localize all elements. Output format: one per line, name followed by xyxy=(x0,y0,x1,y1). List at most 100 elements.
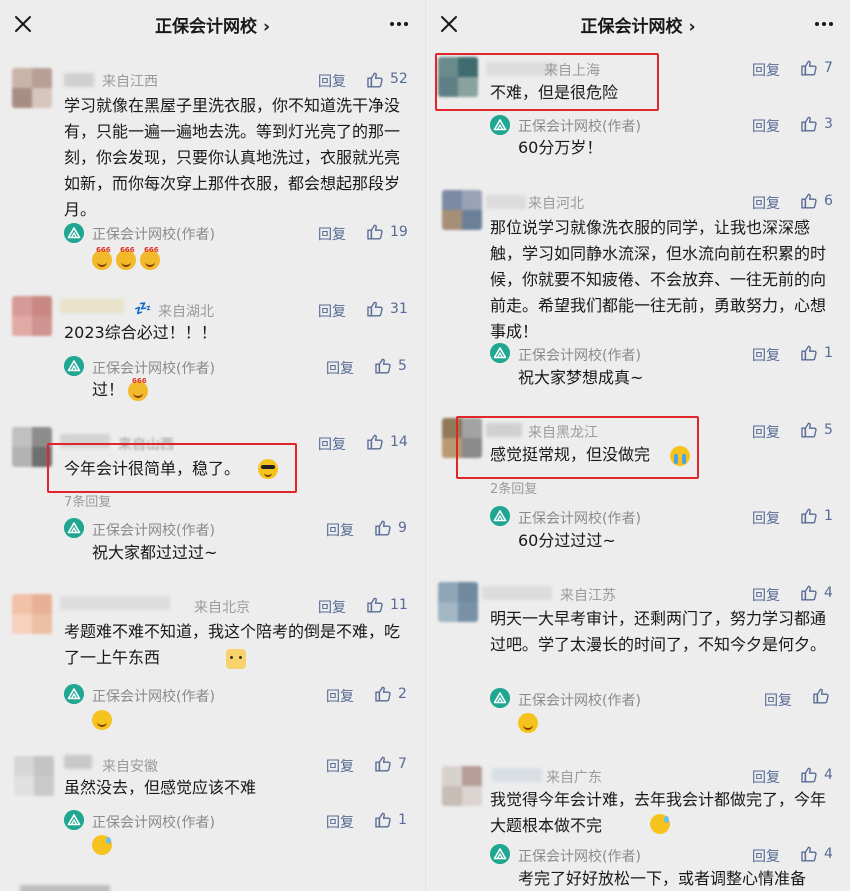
author-reply-text: 祝大家都过过过~ xyxy=(92,543,218,562)
highlight-box xyxy=(47,443,297,493)
brand-logo-icon xyxy=(64,223,84,243)
like-icon[interactable] xyxy=(800,192,818,210)
like-icon[interactable] xyxy=(800,59,818,77)
cat-emoji-icon xyxy=(226,649,246,669)
reply-button[interactable]: 回复 xyxy=(752,345,780,365)
like-count: 6 xyxy=(824,193,833,209)
reply-button[interactable]: 回复 xyxy=(326,756,354,776)
reply-button[interactable]: 回复 xyxy=(764,690,792,710)
reply-button[interactable]: 回复 xyxy=(326,812,354,832)
reply-button[interactable]: 回复 xyxy=(752,767,780,787)
page-title[interactable]: 正保会计网校 › xyxy=(426,12,850,37)
avatar[interactable] xyxy=(12,296,52,336)
sleep-icon: 💤 xyxy=(134,301,152,317)
like-count: 4 xyxy=(824,767,833,783)
right-screen: 正保会计网校 › 来自上海 回复 7 不难，但是很危险 正保会计网校(作者) 回… xyxy=(425,0,850,891)
like-icon[interactable] xyxy=(366,596,384,614)
comment-text: 学习就像在黑屋子里洗衣服，你不知道洗干净没有，只能一遍一遍地去洗。等到灯光亮了的… xyxy=(64,96,401,219)
author-name: 正保会计网校(作者) xyxy=(92,523,215,539)
sweat-emoji-icon xyxy=(650,814,670,834)
brand-logo-icon xyxy=(64,356,84,376)
avatar[interactable] xyxy=(442,766,482,806)
like-icon[interactable] xyxy=(366,71,384,89)
like-icon[interactable] xyxy=(374,519,392,537)
like-icon[interactable] xyxy=(800,845,818,863)
like-count: 4 xyxy=(824,585,833,601)
like-icon[interactable] xyxy=(800,421,818,439)
like-icon[interactable] xyxy=(366,223,384,241)
top-bar: 正保会计网校 › xyxy=(426,0,850,50)
username-blurred[interactable] xyxy=(60,596,170,610)
author-name: 正保会计网校(作者) xyxy=(518,849,641,865)
like-count: 5 xyxy=(398,358,407,374)
blush-emoji-icon xyxy=(518,713,538,733)
screens: 正保会计网校 › 来自江西 回复 52 学习就像在黑屋子里洗衣服，你不知道洗干净… xyxy=(0,0,850,891)
like-count: 11 xyxy=(390,597,408,613)
reply-button[interactable]: 回复 xyxy=(318,434,346,454)
reply-button[interactable]: 回复 xyxy=(752,846,780,866)
reply-button[interactable]: 回复 xyxy=(752,116,780,136)
username-blurred[interactable] xyxy=(64,73,94,87)
like-count: 1 xyxy=(398,812,407,828)
avatar[interactable] xyxy=(438,582,478,622)
avatar[interactable] xyxy=(14,756,54,796)
like-icon[interactable] xyxy=(800,115,818,133)
like-icon[interactable] xyxy=(374,357,392,375)
author-reply-text: 60分万岁！ xyxy=(518,138,603,157)
like-icon[interactable] xyxy=(800,344,818,362)
like-icon[interactable] xyxy=(366,300,384,318)
avatar[interactable] xyxy=(12,594,52,634)
more-replies-link[interactable]: 2条回复 xyxy=(490,478,537,497)
like-icon[interactable] xyxy=(800,507,818,525)
reply-button[interactable]: 回复 xyxy=(752,585,780,605)
author-name: 正保会计网校(作者) xyxy=(518,348,641,364)
like-icon[interactable] xyxy=(374,755,392,773)
author-name: 正保会计网校(作者) xyxy=(92,361,215,377)
like-icon[interactable] xyxy=(812,687,830,705)
username-blurred[interactable] xyxy=(64,755,92,769)
reply-button[interactable]: 回复 xyxy=(326,358,354,378)
reply-button[interactable]: 回复 xyxy=(752,193,780,213)
like-count: 1 xyxy=(824,345,833,361)
reply-button[interactable]: 回复 xyxy=(752,508,780,528)
author-name: 正保会计网校(作者) xyxy=(518,511,641,527)
brand-logo-icon xyxy=(64,684,84,704)
username-blurred[interactable] xyxy=(60,299,124,313)
location-label: 来自江苏 xyxy=(560,588,616,604)
username-blurred[interactable] xyxy=(482,586,552,600)
avatar[interactable] xyxy=(12,427,52,467)
avatar[interactable] xyxy=(12,68,52,108)
more-icon[interactable] xyxy=(812,12,836,36)
author-name: 正保会计网校(作者) xyxy=(92,815,215,831)
reply-button[interactable]: 回复 xyxy=(326,686,354,706)
page-title[interactable]: 正保会计网校 › xyxy=(0,12,425,37)
author-name: 正保会计网校(作者) xyxy=(92,227,215,243)
like-icon[interactable] xyxy=(800,584,818,602)
like-icon[interactable] xyxy=(800,766,818,784)
username-blurred[interactable] xyxy=(492,768,542,782)
like-icon[interactable] xyxy=(374,685,392,703)
reply-button[interactable]: 回复 xyxy=(752,60,780,80)
like-count: 5 xyxy=(824,422,833,438)
author-reply-text: 60分过过过~ xyxy=(518,531,616,550)
like-icon[interactable] xyxy=(366,433,384,451)
reply-button[interactable]: 回复 xyxy=(318,301,346,321)
username-blurred[interactable] xyxy=(486,195,526,209)
comment-text: 虽然没去，但感觉应该不难 xyxy=(64,778,257,797)
reply-button[interactable]: 回复 xyxy=(326,520,354,540)
comment-text: 明天一大早考审计，还剩两门了，努力学习都通过吧。学了太漫长的时间了，不知今夕是何… xyxy=(490,609,827,654)
reply-button[interactable]: 回复 xyxy=(318,71,346,91)
reply-button[interactable]: 回复 xyxy=(318,224,346,244)
more-icon[interactable] xyxy=(387,12,411,36)
author-name: 正保会计网校(作者) xyxy=(518,119,641,135)
highlight-box xyxy=(435,53,659,111)
location-label: 来自江西 xyxy=(102,74,158,90)
reply-button[interactable]: 回复 xyxy=(318,597,346,617)
more-replies-link[interactable]: 7条回复 xyxy=(64,491,111,510)
reply-button[interactable]: 回复 xyxy=(752,422,780,442)
author-name: 正保会计网校(作者) xyxy=(518,693,641,709)
top-bar: 正保会计网校 › xyxy=(0,0,425,50)
avatar[interactable] xyxy=(442,190,482,230)
location-label: 来自北京 xyxy=(194,600,250,616)
like-icon[interactable] xyxy=(374,811,392,829)
